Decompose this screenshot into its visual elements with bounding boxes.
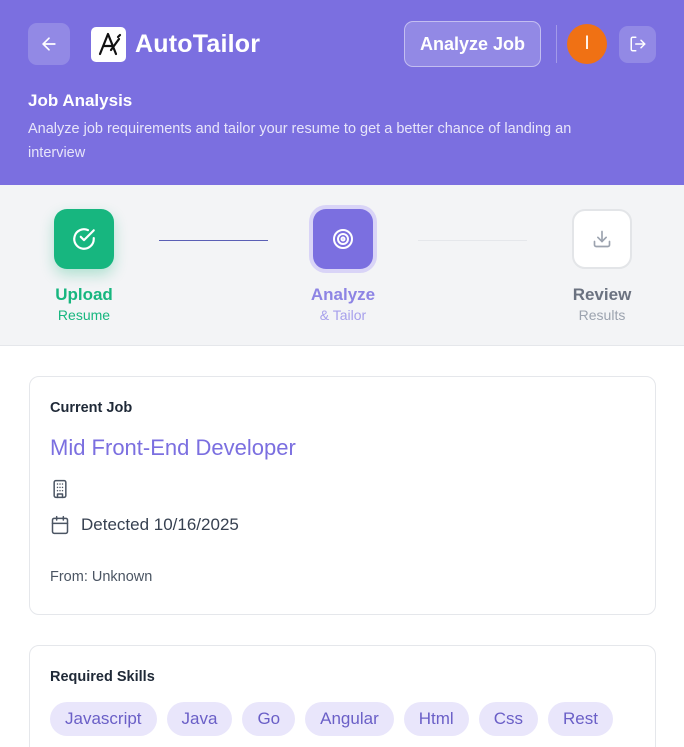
- calendar-icon: [51, 515, 69, 535]
- skill-chip[interactable]: Angular: [305, 702, 394, 736]
- app-header: AutoTailor Analyze Job I Job Analysis An…: [0, 0, 684, 185]
- avatar-initial: I: [584, 33, 590, 54]
- analyze-job-button[interactable]: Analyze Job: [404, 21, 541, 67]
- current-job-card: Current Job Mid Front-End Developer Dete…: [29, 376, 656, 615]
- divider: [556, 25, 557, 63]
- main-content: Current Job Mid Front-End Developer Dete…: [0, 346, 684, 747]
- step-upload[interactable]: Upload Resume: [24, 209, 144, 323]
- required-skills-card: Required Skills Javascript Java Go Angul…: [29, 645, 656, 747]
- skill-chip[interactable]: Javascript: [50, 702, 157, 736]
- back-button[interactable]: [28, 23, 70, 65]
- step-title: Analyze: [310, 285, 376, 304]
- target-icon: [313, 209, 373, 269]
- avatar[interactable]: I: [567, 24, 607, 64]
- skill-chip[interactable]: Rest: [547, 702, 613, 736]
- progress-stepper: Upload Resume Analyze & Tailor Review Re…: [0, 185, 684, 346]
- skill-chip[interactable]: Java: [166, 702, 233, 736]
- skill-chip[interactable]: Html: [403, 702, 469, 736]
- skill-chip[interactable]: Css: [478, 702, 538, 736]
- skill-chip[interactable]: Go: [242, 702, 296, 736]
- brand[interactable]: AutoTailor: [91, 26, 261, 62]
- logout-icon: [630, 36, 645, 52]
- step-subtitle: Resume: [57, 307, 111, 323]
- step-subtitle: & Tailor: [319, 307, 367, 323]
- step-connector: [159, 240, 268, 241]
- company-row: [50, 479, 635, 499]
- page-subtitle: Analyze job requirements and tailor your…: [28, 121, 572, 161]
- step-analyze[interactable]: Analyze & Tailor: [283, 209, 403, 323]
- step-review[interactable]: Review Results: [542, 209, 662, 323]
- detected-row: Detected 10/16/2025: [50, 515, 635, 535]
- card-label: Current Job: [50, 400, 133, 416]
- app-name: AutoTailor: [135, 29, 261, 58]
- arrow-left-icon: [42, 37, 56, 51]
- detected-date: Detected 10/16/2025: [81, 515, 239, 534]
- step-subtitle: Results: [578, 307, 626, 323]
- logo-icon: [91, 26, 126, 62]
- step-title: Upload: [55, 285, 113, 304]
- download-icon: [572, 209, 632, 269]
- job-source: From: Unknown: [50, 569, 153, 585]
- skills-list: Javascript Java Go Angular Html Css Rest: [50, 702, 635, 736]
- building-icon: [53, 479, 67, 499]
- page-title: Job Analysis: [28, 91, 133, 110]
- check-circle-icon: [54, 209, 114, 269]
- top-bar: AutoTailor Analyze Job I: [28, 0, 656, 88]
- logout-button[interactable]: [619, 25, 656, 63]
- job-title: Mid Front-End Developer: [50, 435, 296, 460]
- step-title: Review: [572, 285, 632, 304]
- card-label: Required Skills: [50, 669, 155, 685]
- step-connector: [418, 240, 527, 241]
